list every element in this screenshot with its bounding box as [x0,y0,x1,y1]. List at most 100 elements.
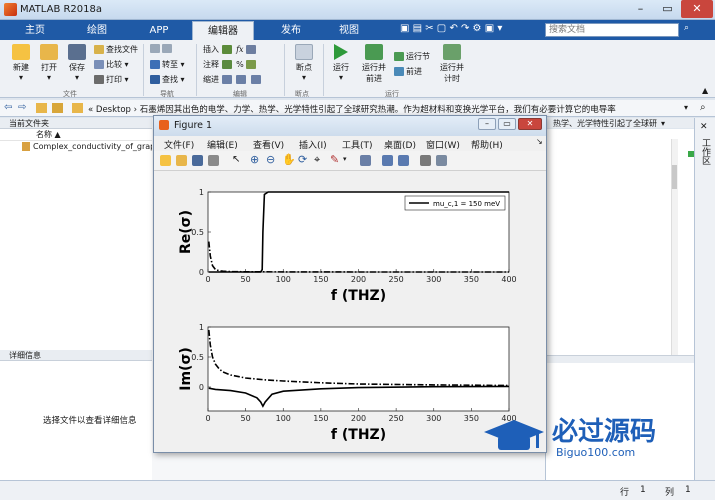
indent-button[interactable]: 缩进 [203,74,263,85]
close-button[interactable]: ✕ [681,0,713,18]
menu-help[interactable]: 帮助(H) [471,138,503,151]
menu-edit[interactable]: 编辑(E) [207,138,238,151]
wrap-icon [246,60,257,69]
watermark-url: Biguo100.com [556,446,635,459]
breakpoints-icon [295,44,313,60]
save-figure-icon[interactable] [192,155,203,166]
x-axis-label: f (THZ) [331,288,386,304]
brush-dropdown-icon[interactable]: ▾ [343,155,347,163]
breakpoints-button[interactable]: 断点 ▾ [290,44,318,82]
tab-view[interactable]: 视图 [318,21,380,40]
figure-maximize-button[interactable]: ▭ [498,118,516,130]
save-button[interactable]: 保存 ▾ [64,44,90,82]
search-input[interactable]: 搜索文档 [545,23,679,37]
run-and-time-button[interactable]: 运行并 计时 [436,44,468,84]
new-button[interactable]: 新建 ▾ [8,44,34,82]
print-button[interactable]: 打印 ▾ [94,74,129,85]
comment-button[interactable]: 注释 % [203,59,258,70]
zoom-in-icon[interactable]: ⊕ [250,153,259,166]
editor-tab[interactable]: 热学、光学特性引起了全球研 ▾ [545,118,695,128]
y-axis-label: Re(σ) [178,210,194,254]
run-icon [334,44,348,60]
graduation-cap-logo [484,420,544,450]
run-section-icon [394,52,404,61]
figure-window: Figure 1 – ▭ ✕ 文件(F) 编辑(E) 查看(V) 插入(I) 工… [153,115,547,453]
find-files-button[interactable]: 查找文件 [94,44,138,55]
folder-browse-icon[interactable] [72,103,83,113]
search-folder-icon[interactable]: ⌕ [700,102,706,113]
show-plot-tools-icon[interactable] [436,155,447,166]
open-button[interactable]: 打开 ▾ [36,44,62,82]
current-folder-path[interactable]: « Desktop › 石墨烯因其出色的电学、力学、热学、光学特性引起了全球研究… [88,103,688,115]
menu-window[interactable]: 窗口(W) [426,138,460,151]
figure-title-bar: Figure 1 – ▭ ✕ [154,116,546,136]
collapse-ribbon-icon[interactable]: ▲ [702,86,708,95]
print-figure-icon[interactable] [208,155,219,166]
figure-minimize-button[interactable]: – [478,118,496,130]
data-cursor-icon[interactable]: ⌖ [314,153,320,167]
menu-tools[interactable]: 工具(T) [342,138,373,151]
folder-up-icon[interactable] [52,103,63,113]
folder-icon[interactable] [36,103,47,113]
tab-home[interactable]: 主页 [4,21,66,40]
search-icon[interactable]: ⌕ [684,23,689,33]
menu-desktop[interactable]: 桌面(D) [384,138,416,151]
y-tick-label: 1 [199,323,204,332]
find-files-icon [94,45,104,54]
insert-button[interactable]: 插入 fx [203,44,258,55]
menu-file[interactable]: 文件(F) [164,138,194,151]
zoom-out-icon[interactable]: ⊖ [266,153,275,166]
rotate-3d-icon[interactable]: ⟳ [298,153,307,166]
compare-icon [94,60,104,69]
file-list-item[interactable]: Complex_conductivity_of_grap [0,141,152,153]
name-column-header[interactable]: 名称 ▲ [0,129,152,141]
dock-arrow-icon[interactable]: ↘ [536,137,543,146]
minimize-button[interactable]: – [627,0,654,18]
matlab-logo-icon [4,3,17,16]
find-button[interactable]: 查找 ▾ [150,74,185,85]
legend-icon[interactable] [398,155,409,166]
legend-label: mu_c,1 = 150 meV [433,200,500,208]
back-arrow-icon[interactable]: ⇦ [4,102,12,113]
new-figure-icon[interactable] [160,155,171,166]
link-plot-icon[interactable] [360,155,371,166]
scrollbar-thumb[interactable] [672,165,677,189]
tab-editor[interactable]: 编辑器 [192,21,254,40]
edit-plot-arrow-icon[interactable]: ↖ [232,154,240,165]
goto-icon [150,60,160,69]
colorbar-icon[interactable] [382,155,393,166]
details-header: 详细信息 [0,350,152,361]
address-dropdown-icon[interactable]: ▾ [684,103,688,112]
figure-close-button[interactable]: ✕ [518,118,542,130]
x-tick-label: 300 [426,414,441,423]
save-icon [68,44,86,60]
compare-button[interactable]: 比较 ▾ [94,59,129,70]
y-axis-label: Im(σ) [178,347,194,391]
maximize-button[interactable]: ▭ [654,0,681,18]
brush-icon[interactable]: ✎ [330,153,339,166]
forward-arrow-icon[interactable]: ⇨ [18,102,26,113]
run-button[interactable]: 运行 ▾ [328,44,354,82]
fx-icon: fx [236,45,244,54]
nav-arrows[interactable] [150,44,174,53]
group-label-breakpoints: 断点 [295,90,309,98]
pan-icon[interactable]: ✋ [282,153,296,166]
tab-publish[interactable]: 发布 [260,21,322,40]
x-tick-label: 300 [426,275,441,284]
menu-insert[interactable]: 插入(I) [299,138,327,151]
goto-button[interactable]: 转至 ▾ [150,59,185,70]
col-label: 列 [665,488,675,498]
advance-button[interactable]: 前进 [394,66,422,77]
x-tick-label: 50 [241,275,251,284]
run-section-button[interactable]: 运行节 [394,51,430,62]
quick-access-toolbar[interactable]: ▣ ▤ ✂ ▢ ↶ ↷ ⚙ ▣ ▾ [400,23,502,34]
folder-icon [40,44,58,60]
open-file-icon[interactable] [176,155,187,166]
run-advance-button[interactable]: 运行并 前进 [358,44,390,84]
hide-plot-tools-icon[interactable] [420,155,431,166]
menu-view[interactable]: 查看(V) [253,138,284,151]
tab-apps[interactable]: APP [128,21,190,40]
tab-plots[interactable]: 绘图 [66,21,128,40]
close-icon[interactable]: ✕ [700,122,708,132]
smart-indent-icon [221,75,232,84]
